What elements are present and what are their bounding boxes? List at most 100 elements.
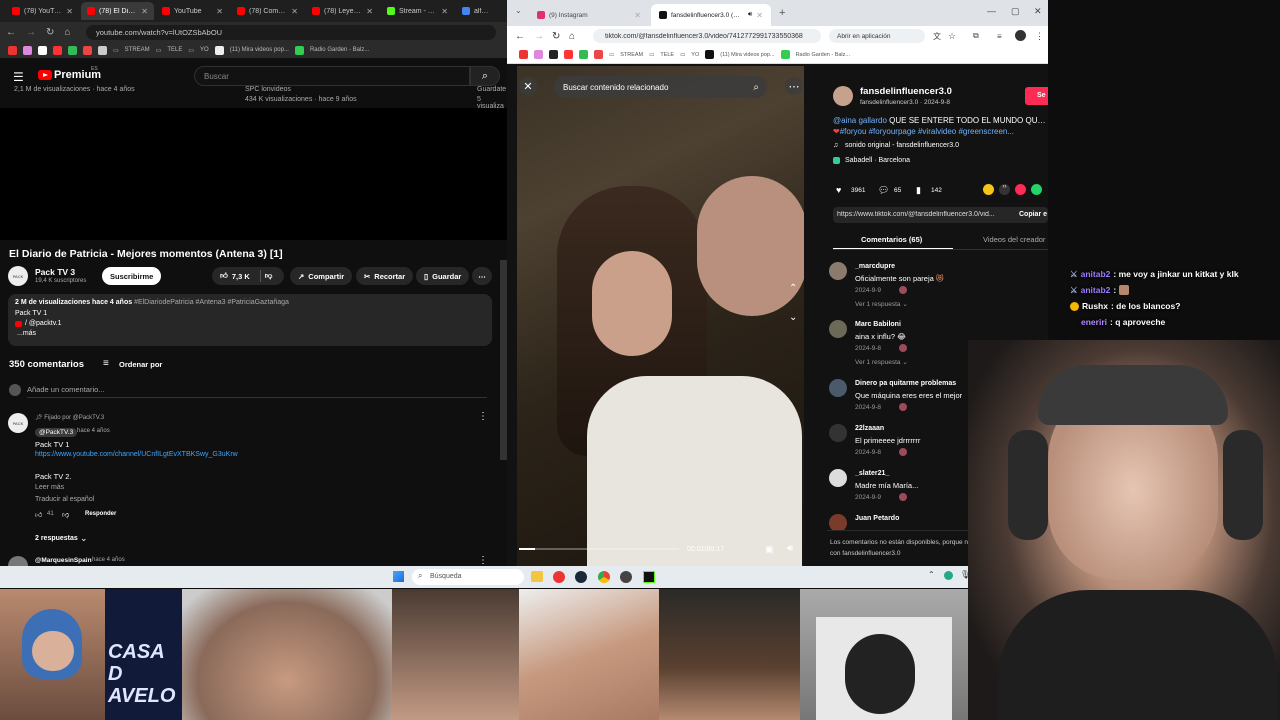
bookmark-stream[interactable]: STREAM xyxy=(125,47,150,53)
tab-search-icon[interactable]: ⌄ xyxy=(515,6,522,15)
chrome-icon[interactable] xyxy=(598,571,610,583)
channel-avatar[interactable]: PACK xyxy=(8,266,28,286)
search-icon[interactable]: ⌕ xyxy=(753,82,759,93)
bookmark-radio-garden[interactable]: Radio Garden - Balz... xyxy=(310,47,369,53)
bookmark-icon[interactable] xyxy=(519,50,528,59)
yt-tab-5[interactable]: (78) Leyendas✕ xyxy=(306,2,379,20)
sort-icon[interactable]: ≡ xyxy=(103,358,109,369)
bookmark-icon[interactable] xyxy=(549,50,558,59)
share-coin-icon[interactable] xyxy=(983,184,994,195)
previous-video-icon[interactable]: ⌃ xyxy=(789,283,797,294)
commenter-avatar[interactable] xyxy=(829,379,847,397)
heart-icon[interactable] xyxy=(899,403,907,411)
maximize-icon[interactable]: ▢ xyxy=(1011,6,1020,17)
commenter-name[interactable]: _marcdupre xyxy=(855,263,895,270)
next-video-icon[interactable]: ⌄ xyxy=(789,312,797,323)
video-progress-bar[interactable] xyxy=(519,548,679,550)
commenter-name[interactable]: Juan Petardo xyxy=(855,515,899,522)
subscribe-button[interactable]: Suscribirme xyxy=(102,267,162,285)
bookmark-icon[interactable] xyxy=(8,45,17,55)
reading-list-icon[interactable]: ≡ xyxy=(997,32,1002,41)
related-mid-title[interactable]: SPC lonvideos xyxy=(245,86,291,93)
channel-name[interactable]: Pack TV 3 xyxy=(35,267,75,277)
browser-menu-icon[interactable]: ⋮ xyxy=(1035,31,1044,42)
commenter-avatar[interactable] xyxy=(829,469,847,487)
back-arrow-icon[interactable]: ← xyxy=(515,31,525,42)
heart-icon[interactable]: ♥ xyxy=(836,185,841,195)
comment-author[interactable]: @PackTV.3 xyxy=(35,428,78,437)
bookmark-icon[interactable]: ▮ xyxy=(916,185,921,196)
forward-arrow-icon[interactable]: → xyxy=(26,27,36,38)
author-username[interactable]: fansdelinfluencer3.0 xyxy=(860,86,952,97)
windows-start-icon[interactable] xyxy=(393,571,404,582)
miniplayer-icon[interactable]: ▣ xyxy=(765,544,774,555)
yt-video-player[interactable] xyxy=(0,108,507,240)
video-more-button[interactable]: ⋯ xyxy=(785,77,803,95)
commenter-avatar[interactable] xyxy=(829,262,847,280)
bookmark-tele[interactable]: TELE xyxy=(660,52,674,58)
profile-avatar[interactable] xyxy=(1015,30,1026,41)
comment-menu-icon[interactable]: ⋮ xyxy=(478,555,488,566)
heart-icon[interactable] xyxy=(899,448,907,456)
close-tab-icon[interactable]: ✕ xyxy=(441,7,448,16)
tab-creator-videos[interactable]: Videos del creador xyxy=(983,235,1045,244)
commenter-name[interactable]: Marc Babiloni xyxy=(855,321,901,328)
yt-tab-7[interactable]: alfred neuro xyxy=(456,2,496,20)
related-search-input[interactable]: Buscar contenido relacionado ⌕ xyxy=(554,76,767,98)
embed-icon[interactable]: ‹› xyxy=(999,184,1010,195)
video-link[interactable]: https://www.tiktok.com/@fansdelinfluence… xyxy=(837,211,1013,218)
open-in-app-button[interactable]: Abrir en aplicación xyxy=(829,29,925,43)
home-icon[interactable]: ⌂ xyxy=(569,31,575,42)
sound-name[interactable]: sonido original - fansdelinfluencer3.0 xyxy=(845,142,959,149)
app-icon[interactable] xyxy=(553,571,565,583)
bookmark-icon[interactable] xyxy=(38,45,47,55)
forward-arrow-icon[interactable]: → xyxy=(534,31,544,42)
bookmark-icon[interactable] xyxy=(564,50,573,59)
whatsapp-icon[interactable] xyxy=(1031,184,1042,195)
video-description-box[interactable]: 2 M de visualizaciones hace 4 años #ElDi… xyxy=(8,294,492,346)
follow-button[interactable]: Se xyxy=(1025,87,1048,105)
comment-icon[interactable]: 💬︎ xyxy=(878,185,889,196)
caption-hashtags[interactable]: #foryou #foryourpage #viralvideo #greens… xyxy=(840,127,1014,136)
send-icon[interactable] xyxy=(1015,184,1026,195)
extensions-icon[interactable]: ⧉ xyxy=(973,31,979,41)
related-right-title[interactable]: Guardate xyxy=(477,86,506,93)
comment-menu-icon[interactable]: ⋮ xyxy=(478,411,488,422)
bookmark-radio-garden[interactable]: Radio Garden - Balz... xyxy=(796,52,850,58)
view-replies-button[interactable]: Ver 1 respuesta ⌄ xyxy=(855,358,908,366)
like-count[interactable]: 7,3 K xyxy=(232,272,250,281)
commenter-name[interactable]: _slater21_ xyxy=(855,470,889,477)
yt-search-button[interactable]: ⌕ xyxy=(470,66,500,86)
bookmark-icon[interactable] xyxy=(579,50,588,59)
clip-button[interactable]: ✂ Recortar xyxy=(356,267,414,285)
more-actions-button[interactable]: ⋯ xyxy=(472,267,492,285)
read-more-link[interactable]: Leer más xyxy=(35,484,64,491)
commenter-name[interactable]: 22lzaaan xyxy=(855,425,884,432)
heart-icon[interactable] xyxy=(899,493,907,501)
terminal-icon[interactable] xyxy=(643,571,655,583)
add-comment-input[interactable]: Añade un comentario... xyxy=(27,385,487,398)
commenter-avatar[interactable] xyxy=(829,320,847,338)
bookmark-mira-videos[interactable]: (11) Mira videos pop... xyxy=(720,52,774,58)
comment-link[interactable]: https://www.youtube.com/channel/UCnfILgt… xyxy=(35,451,238,458)
tt-address-bar[interactable]: tiktok.com/@fansdelinfluencer3.0/video/7… xyxy=(593,29,821,43)
yt-tab-3[interactable]: YouTube ✕ xyxy=(156,2,229,20)
yt-tab-4[interactable]: (78) Comando✕ xyxy=(231,2,304,20)
tab-comments[interactable]: Comentarios (65) xyxy=(861,235,922,244)
file-explorer-icon[interactable] xyxy=(531,571,543,582)
commenter-name[interactable]: Dinero pa quitarme problemas xyxy=(855,380,956,387)
tiktok-video-player[interactable] xyxy=(517,66,804,566)
tt-tab-instagram[interactable]: (9) Instagram ✕ xyxy=(529,4,649,26)
close-tab-icon[interactable]: ✕ xyxy=(291,7,298,16)
bookmark-icon[interactable] xyxy=(23,45,32,55)
copy-link-button[interactable]: Copiar e xyxy=(1019,211,1047,218)
tray-app-icon[interactable] xyxy=(944,571,953,580)
translate-link[interactable]: Traducir al español xyxy=(35,496,94,503)
reply-button[interactable]: Responder xyxy=(85,511,116,517)
save-button[interactable]: ▯ Guardar xyxy=(416,267,470,285)
thumbs-up-icon[interactable]: 👍︎ xyxy=(220,271,228,281)
steam-icon[interactable] xyxy=(575,571,587,583)
new-tab-icon[interactable]: + xyxy=(779,7,785,19)
bookmark-icon[interactable] xyxy=(68,45,77,55)
close-tab-icon[interactable]: ✕ xyxy=(216,7,223,16)
